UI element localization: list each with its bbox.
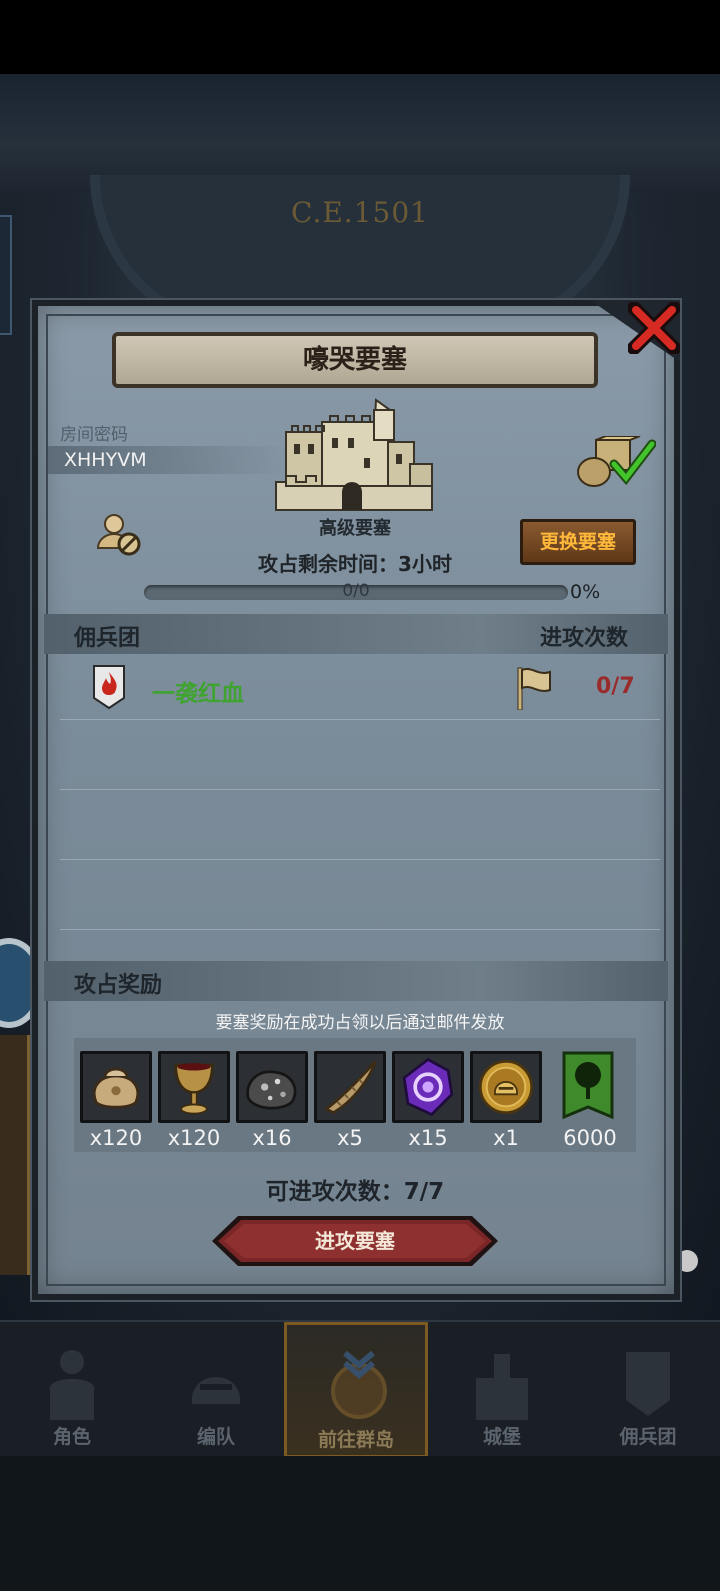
status-bar xyxy=(0,0,720,74)
reward-section-title: 攻占奖励 xyxy=(74,973,163,998)
empty-slot-row xyxy=(60,862,660,930)
purple-gem-icon xyxy=(402,1057,454,1117)
occupy-progress-percent: 0% xyxy=(570,581,601,603)
castle-icon xyxy=(275,398,433,511)
attack-button-label: 进攻要塞 xyxy=(315,1229,395,1253)
castle-nav-icon xyxy=(476,1354,528,1420)
supplies-ready-icon[interactable] xyxy=(574,436,656,488)
nav-label: 角色 xyxy=(52,1426,91,1448)
bottom-area xyxy=(0,1456,720,1591)
reward-item-goblet[interactable] xyxy=(158,1051,230,1123)
horn-icon xyxy=(323,1060,377,1115)
room-code-label: 房间密码 xyxy=(60,425,128,445)
reward-item-sack[interactable] xyxy=(80,1051,152,1123)
reward-item-ore[interactable] xyxy=(236,1051,308,1123)
mercenary-row[interactable]: 一袭红血 0/7 xyxy=(60,660,660,720)
attack-fortress-button[interactable]: 进攻要塞 xyxy=(212,1214,498,1268)
change-fortress-button[interactable]: 更换要塞 xyxy=(520,519,636,565)
bottom-nav: 角色 编队 前往群岛 城堡 佣兵团 xyxy=(0,1320,720,1458)
goblet-icon xyxy=(174,1063,214,1115)
compass-dragon-icon xyxy=(331,1350,387,1419)
dialog-title: 嚎哭要塞 xyxy=(112,332,598,388)
reward-item-banner[interactable] xyxy=(560,1051,616,1123)
nav-item-formation[interactable]: 编队 xyxy=(144,1322,288,1458)
fire-crest-icon xyxy=(93,665,125,710)
mercenary-attack-count: 0/7 xyxy=(596,674,635,699)
gold-coin-helmet-icon xyxy=(478,1059,534,1115)
nav-label: 前往群岛 xyxy=(317,1429,394,1451)
sack-icon xyxy=(92,1067,140,1109)
attacks-remaining: 可进攻次数：7/7 xyxy=(265,1179,445,1205)
nav-item-castle[interactable]: 城堡 xyxy=(430,1322,574,1458)
nav-label: 城堡 xyxy=(482,1426,521,1448)
empty-slot-row xyxy=(60,792,660,860)
reward-note: 要塞奖励在成功占领以后通过邮件发放 xyxy=(215,1013,505,1033)
room-code-value[interactable]: XHHYVM xyxy=(48,446,288,474)
ore-icon xyxy=(246,1070,297,1110)
nav-label: 编队 xyxy=(196,1426,235,1448)
helmet-icon xyxy=(191,1377,241,1404)
nav-item-islands[interactable]: 前往群岛 xyxy=(284,1322,428,1458)
tree-banner-icon xyxy=(562,1051,614,1120)
empty-slot-row xyxy=(60,722,660,790)
nav-item-mercenary[interactable]: 佣兵团 xyxy=(576,1322,720,1458)
close-icon[interactable] xyxy=(628,302,680,354)
mercenary-name: 一袭红血 xyxy=(152,681,244,707)
mercenary-icon xyxy=(626,1352,670,1416)
user-blocked-icon[interactable] xyxy=(96,512,142,558)
attack-count-header: 进攻次数 xyxy=(540,626,629,651)
reward-item-horn[interactable] xyxy=(314,1051,386,1123)
reward-qty: 6000 xyxy=(563,1126,617,1150)
fortress-grade: 高级要塞 xyxy=(319,518,391,539)
reward-qty: x1 xyxy=(493,1126,519,1150)
flag-icon xyxy=(517,667,551,710)
occupy-time-remaining: 攻占剩余时间：3小时 xyxy=(258,552,452,576)
reward-item-purple-gem[interactable] xyxy=(392,1051,464,1123)
side-tab[interactable] xyxy=(0,215,12,335)
occupy-progress-text: 0/0 xyxy=(342,581,370,601)
knight-icon xyxy=(50,1350,94,1420)
nav-label: 佣兵团 xyxy=(619,1426,677,1448)
mercenary-section-title: 佣兵团 xyxy=(74,626,141,651)
reward-item-gold-medal[interactable] xyxy=(470,1051,542,1123)
side-strip xyxy=(0,1035,30,1275)
year-label: C.E.1501 xyxy=(291,196,429,229)
nav-item-character[interactable]: 角色 xyxy=(0,1322,144,1458)
